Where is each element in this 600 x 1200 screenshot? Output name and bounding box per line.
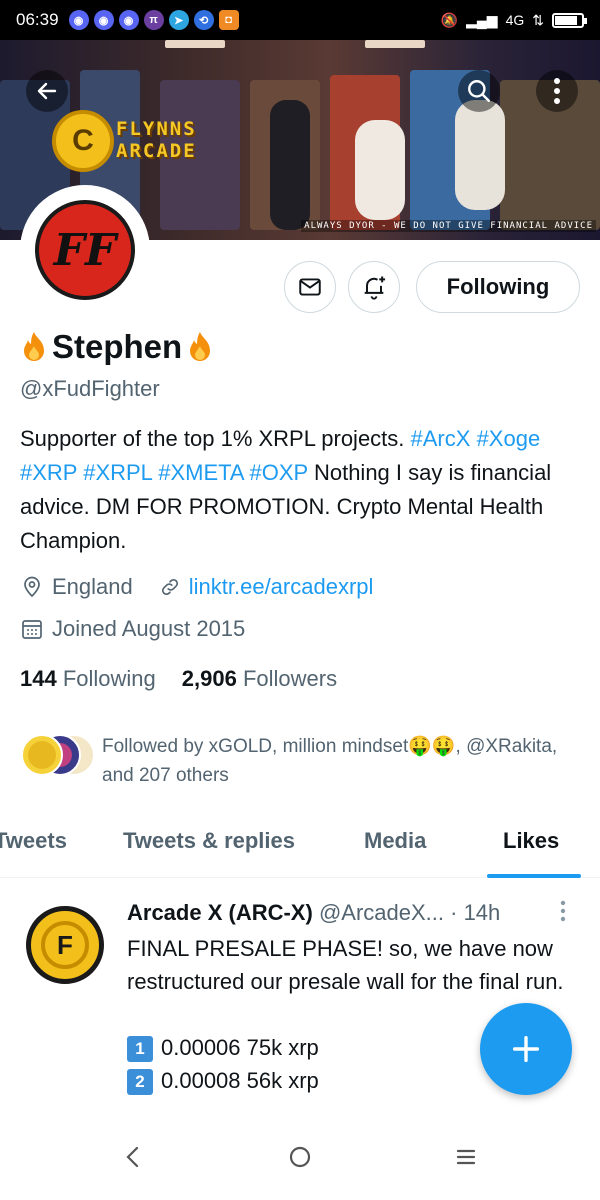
system-nav-bar bbox=[0, 1120, 600, 1200]
keycap-two-icon: 2 bbox=[127, 1069, 153, 1096]
share-icon: ⟲ bbox=[193, 10, 214, 30]
following-count-link[interactable]: 144 Following bbox=[20, 666, 156, 692]
hashtag-link[interactable]: #XRP bbox=[20, 460, 77, 485]
tab-tweets-replies[interactable]: Tweets & replies bbox=[123, 828, 295, 854]
tab-media[interactable]: Media bbox=[364, 828, 426, 854]
discord-icon: ◉ bbox=[118, 10, 139, 30]
search-button[interactable] bbox=[458, 70, 500, 112]
location-pin-icon bbox=[24, 576, 40, 598]
status-bar: 06:39 ◉ ◉ ◉ π ➤ ⟲ ◘ 🔕 ▂▄▆ 4G ⇅ bbox=[0, 0, 600, 40]
profile-tabs: Tweets Tweets & replies Media Likes bbox=[0, 812, 600, 878]
more-options-button[interactable] bbox=[536, 70, 578, 112]
fire-icon bbox=[24, 332, 44, 361]
hashtag-link[interactable]: #OXP bbox=[250, 460, 308, 485]
tweet-time: · 14h bbox=[450, 900, 501, 925]
ff-logo: FF bbox=[35, 200, 135, 300]
calendar-icon bbox=[22, 620, 42, 639]
followed-by-text: Followed by xGOLD, million mindset🤑🤑, @X… bbox=[102, 736, 558, 786]
app-icon: ◘ bbox=[218, 10, 239, 30]
keycap-one-icon: 1 bbox=[127, 1036, 153, 1063]
banner-disclaimer: ALWAYS DYOR - WE DO NOT GIVE FINANCIAL A… bbox=[301, 220, 596, 232]
arcade-logo-coin: C bbox=[52, 110, 114, 172]
hashtag-link[interactable]: #XMETA bbox=[158, 460, 243, 485]
followed-by-row[interactable]: Followed by xGOLD, million mindset🤑🤑, @X… bbox=[20, 732, 580, 786]
more-vertical-icon bbox=[554, 78, 560, 104]
hashtag-link[interactable]: #XRPL bbox=[83, 460, 152, 485]
tweet-header: Arcade X (ARC-X) @ArcadeX... · 14h bbox=[127, 900, 500, 926]
profile-joined-row: Joined August 2015 bbox=[20, 616, 245, 642]
plus-icon bbox=[512, 1035, 540, 1063]
followers-count-link[interactable]: 2,906 Followers bbox=[182, 666, 337, 692]
tweet-author-avatar[interactable]: F bbox=[26, 906, 104, 984]
profile-handle: @xFudFighter bbox=[20, 376, 160, 401]
hashtag-link[interactable]: #ArcX bbox=[411, 426, 471, 451]
data-arrows-icon: ⇅ bbox=[532, 11, 544, 28]
profile-joined-date: Joined August 2015 bbox=[52, 616, 246, 641]
status-time: 06:39 bbox=[16, 10, 59, 29]
arcade-logo-text: FLYNNS ARCADE bbox=[116, 118, 197, 162]
chevron-left-icon bbox=[126, 1146, 139, 1168]
profile-bio: Supporter of the top 1% XRPL projects. #… bbox=[20, 426, 552, 553]
circle-home-icon bbox=[289, 1146, 311, 1168]
discord-icon: ◉ bbox=[93, 10, 114, 30]
follow-counts: 144 Following 2,906 Followers bbox=[20, 666, 337, 692]
message-button[interactable] bbox=[284, 261, 336, 313]
notifications-button[interactable] bbox=[348, 261, 400, 313]
tab-tweets[interactable]: Tweets bbox=[0, 828, 67, 854]
pi-network-icon: π bbox=[143, 10, 164, 30]
fire-icon bbox=[190, 332, 211, 361]
follower-avatars bbox=[21, 734, 95, 776]
menu-lines-icon bbox=[456, 1149, 476, 1165]
tweet-author-handle: @ArcadeX... bbox=[318, 900, 444, 925]
more-vertical-icon bbox=[560, 900, 566, 922]
bell-plus-icon bbox=[364, 276, 386, 300]
compose-tweet-button[interactable] bbox=[480, 1003, 572, 1095]
status-right: 🔕 ▂▄▆ 4G ⇅ bbox=[440, 11, 587, 29]
discord-icon: ◉ bbox=[68, 10, 89, 30]
network-label: 4G bbox=[505, 12, 525, 28]
tweet-author-name[interactable]: Arcade X (ARC-X) bbox=[127, 900, 313, 925]
signal-icon: ▂▄▆ bbox=[466, 11, 498, 28]
search-icon bbox=[468, 80, 490, 102]
hashtag-link[interactable]: #Xoge bbox=[477, 426, 541, 451]
link-icon bbox=[161, 578, 178, 596]
mail-icon bbox=[299, 278, 321, 296]
mute-icon: 🔕 bbox=[440, 11, 459, 28]
profile-display-name: Stephen bbox=[52, 328, 183, 365]
telegram-icon: ➤ bbox=[168, 10, 189, 30]
tab-likes[interactable]: Likes bbox=[503, 828, 559, 854]
battery-icon bbox=[552, 12, 587, 28]
following-button[interactable]: Following bbox=[416, 261, 580, 313]
back-button[interactable] bbox=[26, 70, 68, 112]
tweet-more-button[interactable] bbox=[560, 900, 566, 928]
profile-website-link[interactable]: linktr.ee/arcadexrpl bbox=[189, 574, 374, 600]
profile-avatar[interactable]: FF bbox=[20, 185, 150, 315]
profile-location: England bbox=[52, 574, 133, 599]
arrow-left-icon bbox=[37, 82, 57, 100]
nav-back-button[interactable] bbox=[122, 1144, 144, 1177]
profile-name: Stephen bbox=[20, 328, 214, 366]
active-tab-indicator bbox=[487, 874, 581, 878]
nav-recents-button[interactable] bbox=[454, 1144, 478, 1177]
profile-meta-row: England linktr.ee/arcadexrpl bbox=[20, 574, 373, 600]
nav-home-button[interactable] bbox=[287, 1144, 313, 1177]
